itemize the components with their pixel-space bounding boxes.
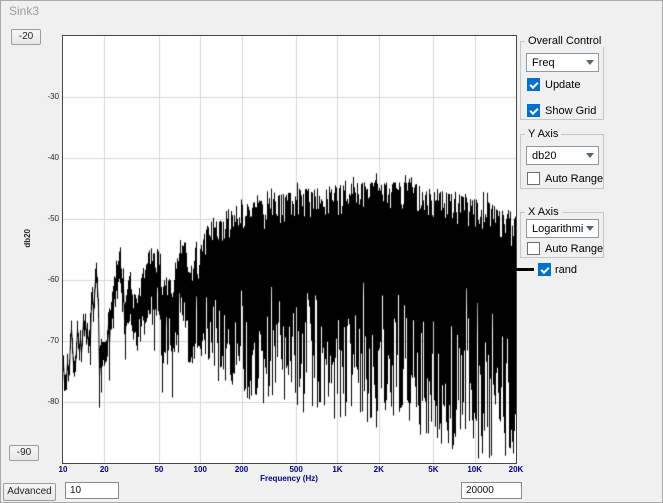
y-tick-label: -40 [31, 153, 59, 162]
x-auto-range-checkbox[interactable]: Auto Range [527, 242, 603, 255]
x-tick-label: 1K [332, 465, 342, 474]
advanced-button[interactable]: Advanced [3, 483, 56, 501]
y-min-button[interactable]: -90 [9, 445, 39, 461]
x-auto-range-checkbox-label: Auto Range [545, 243, 603, 255]
chevron-down-icon [586, 60, 594, 65]
overall-control-dropdown-value: Freq [532, 57, 555, 69]
x-min-input[interactable] [65, 482, 119, 499]
y-tick-label: -70 [31, 336, 59, 345]
plot-area[interactable] [62, 35, 517, 464]
update-checkbox-box [527, 78, 540, 91]
y-axis-dropdown-value: db20 [532, 150, 556, 162]
y-auto-range-checkbox-label: Auto Range [545, 173, 603, 185]
y-auto-range-checkbox[interactable]: Auto Range [527, 172, 603, 185]
x-tick-label: 50 [154, 465, 163, 474]
y-axis-group: Y Axis db20 Auto Range [520, 134, 604, 189]
x-tick-label: 10K [467, 465, 482, 474]
update-checkbox[interactable]: Update [527, 78, 580, 91]
overall-control-dropdown[interactable]: Freq [526, 53, 599, 72]
x-tick-label: 2K [374, 465, 384, 474]
x-axis-label: Frequency (Hz) [260, 474, 318, 483]
x-auto-range-checkbox-box [527, 242, 540, 255]
chevron-down-icon [586, 226, 594, 231]
chevron-down-icon [586, 153, 594, 158]
x-tick-label: 500 [289, 465, 302, 474]
overall-control-group-label: Overall Control [525, 35, 604, 47]
x-tick-label: 5K [428, 465, 438, 474]
x-tick-label: 20K [509, 465, 524, 474]
show-grid-checkbox[interactable]: Show Grid [527, 104, 596, 117]
y-tick-label: -80 [31, 397, 59, 406]
x-tick-label: 100 [194, 465, 207, 474]
y-tick-label: -30 [31, 92, 59, 101]
y-auto-range-checkbox-box [527, 172, 540, 185]
legend-series-label: rand [555, 264, 577, 276]
x-axis-dropdown[interactable]: Logarithmic [526, 219, 599, 238]
y-axis-group-label: Y Axis [525, 128, 561, 140]
spectrum-canvas[interactable] [63, 36, 516, 463]
legend-line-swatch [514, 268, 534, 271]
y-tick-label: -50 [31, 214, 59, 223]
legend: rand [514, 263, 577, 276]
y-tick-label: -60 [31, 275, 59, 284]
legend-visibility-checkbox[interactable] [538, 263, 551, 276]
y-axis-dropdown[interactable]: db20 [526, 146, 599, 165]
x-axis-group: X Axis Logarithmic Auto Range [520, 212, 604, 258]
y-max-button[interactable]: -20 [11, 29, 41, 45]
show-grid-checkbox-label: Show Grid [545, 105, 596, 117]
update-checkbox-label: Update [545, 79, 580, 91]
x-axis-dropdown-value: Logarithmic [532, 223, 583, 235]
x-axis-group-label: X Axis [525, 206, 562, 218]
window-title: Sink3 [9, 4, 39, 18]
x-tick-label: 20 [100, 465, 109, 474]
show-grid-checkbox-box [527, 104, 540, 117]
x-tick-label: 200 [235, 465, 248, 474]
y-axis-label: db20 [23, 229, 32, 248]
overall-control-group: Overall Control Freq Update Show Grid [520, 41, 604, 120]
x-tick-label: 10 [59, 465, 68, 474]
x-max-input[interactable] [461, 482, 522, 499]
sink-window: Sink3 -20 -90 db20 Frequency (Hz) Advanc… [0, 0, 663, 503]
